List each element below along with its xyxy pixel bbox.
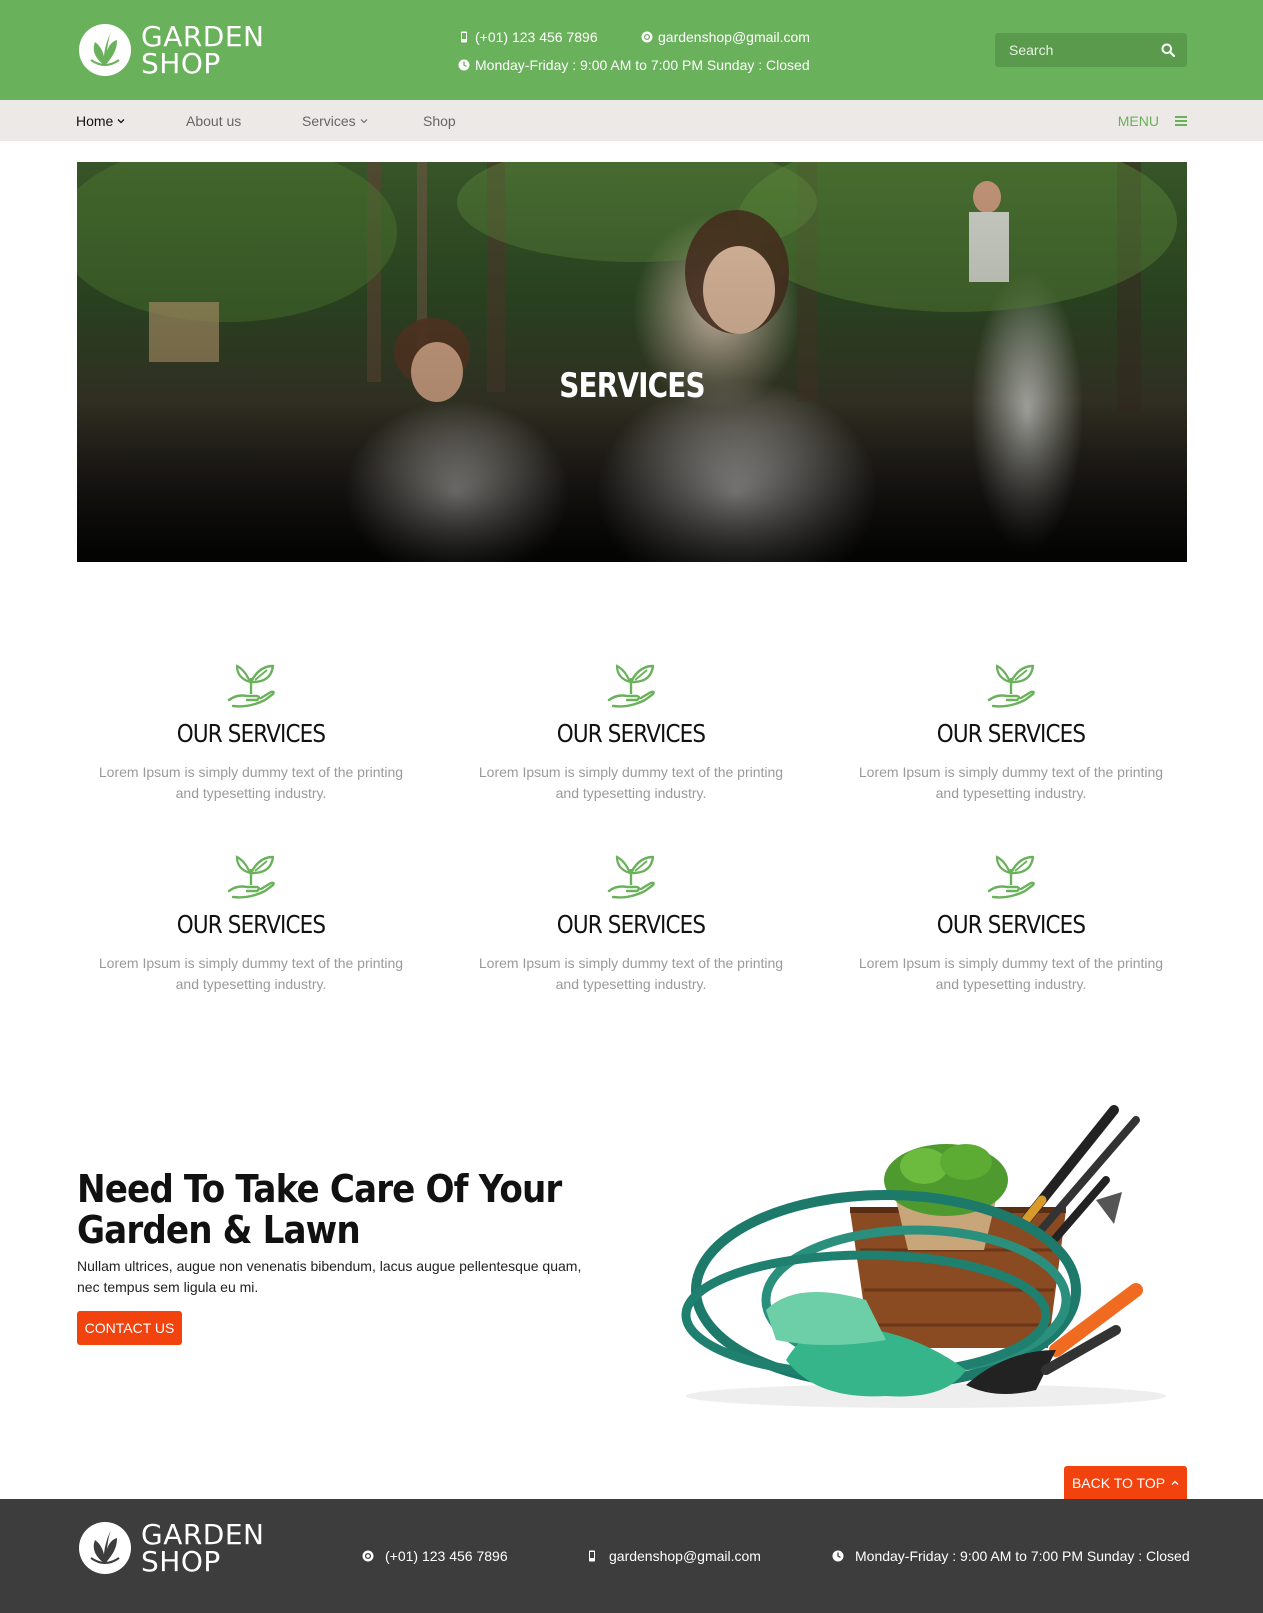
service-text: Lorem Ipsum is simply dummy text of the … [98, 955, 404, 992]
leaf-circle-icon [79, 24, 131, 76]
service-text: Lorem Ipsum is simply dummy text of the … [478, 955, 784, 992]
nav-item-label: About us [186, 113, 242, 129]
logo-line-1: GARDEN [141, 1518, 265, 1551]
hero-title: SERVICES [559, 366, 705, 406]
chevron-down-icon [117, 119, 125, 124]
service-card: OUR SERVICES Lorem Ipsum is simply dummy… [846, 851, 1176, 995]
nav-item-about[interactable]: About us [186, 113, 241, 129]
at-icon [641, 31, 653, 43]
hand-plant-icon [987, 855, 1035, 899]
service-title: OUR SERVICES [936, 910, 1086, 939]
leaf-circle-icon [79, 1522, 131, 1574]
menu-label: MENU [1117, 113, 1159, 129]
service-title: OUR SERVICES [176, 719, 326, 748]
site-footer: GARDEN SHOP (+01) 123 456 7896 gardensho… [0, 1499, 1263, 1613]
service-card: OUR SERVICES Lorem Ipsum is simply dummy… [846, 660, 1176, 804]
service-title: OUR SERVICES [556, 910, 706, 939]
nav-item-label: Services [302, 113, 356, 129]
hero-overlay [77, 162, 1187, 562]
nav-item-services[interactable]: Services [302, 113, 368, 129]
footer-phone[interactable]: (+01) 123 456 7896 [362, 1548, 508, 1564]
menu-toggle[interactable]: MENU [1118, 113, 1187, 129]
footer-hours-text: Monday-Friday : 9:00 AM to 7:00 PM Sunda… [855, 1548, 1190, 1564]
service-text: Lorem Ipsum is simply dummy text of the … [98, 764, 404, 801]
service-card: OUR SERVICES Lorem Ipsum is simply dummy… [86, 851, 416, 995]
garden-tools-image [681, 1105, 1166, 1408]
chevron-up-icon [1171, 1480, 1179, 1485]
site-logo[interactable]: GARDEN SHOP [77, 22, 265, 78]
at-icon [362, 1550, 374, 1562]
header-phone[interactable]: (+01) 123 456 7896 [458, 29, 598, 45]
cta-title: Need To Take Care Of Your Garden & Lawn [77, 1167, 562, 1252]
search-input[interactable] [995, 33, 1155, 67]
hamburger-icon [1175, 116, 1187, 126]
hand-plant-icon [227, 855, 275, 899]
clock-icon [458, 59, 470, 71]
service-title: OUR SERVICES [936, 719, 1086, 748]
nav-item-label: Shop [423, 113, 456, 129]
header-phone-text: (+01) 123 456 7896 [475, 29, 598, 45]
header-hours-text: Monday-Friday : 9:00 AM to 7:00 PM Sunda… [475, 57, 810, 73]
service-text: Lorem Ipsum is simply dummy text of the … [858, 955, 1164, 992]
nav-item-shop[interactable]: Shop [423, 113, 456, 129]
service-card: OUR SERVICES Lorem Ipsum is simply dummy… [466, 660, 796, 804]
search-box [995, 33, 1187, 67]
footer-hours: Monday-Friday : 9:00 AM to 7:00 PM Sunda… [832, 1548, 1190, 1564]
nav-item-label: Home [76, 113, 114, 129]
header-hours: Monday-Friday : 9:00 AM to 7:00 PM Sunda… [458, 57, 810, 73]
logo-text: GARDEN SHOP [141, 1518, 265, 1578]
nav-item-home[interactable]: Home [76, 113, 125, 129]
back-to-top-label: BACK TO TOP [1071, 1474, 1166, 1491]
contact-us-button[interactable]: CONTACT US [77, 1311, 182, 1345]
service-text: Lorem Ipsum is simply dummy text of the … [478, 764, 784, 801]
footer-logo[interactable]: GARDEN SHOP [77, 1520, 265, 1576]
back-to-top-button[interactable]: BACK TO TOP [1064, 1466, 1187, 1499]
service-title: OUR SERVICES [556, 719, 706, 748]
hand-plant-icon [607, 664, 655, 708]
footer-email-text: gardenshop@gmail.com [609, 1548, 761, 1564]
phone-icon [589, 1550, 595, 1562]
cta-text: Nullam ultrices, augue non venenatis bib… [77, 1258, 582, 1295]
top-header: GARDEN SHOP (+01) 123 456 7896 gardensho… [0, 0, 1263, 100]
logo-text: GARDEN SHOP [141, 20, 265, 80]
service-text: Lorem Ipsum is simply dummy text of the … [858, 764, 1164, 801]
chevron-down-icon [360, 119, 368, 124]
search-icon[interactable] [1161, 43, 1175, 57]
footer-phone-text: (+01) 123 456 7896 [385, 1548, 508, 1564]
service-card: OUR SERVICES Lorem Ipsum is simply dummy… [86, 660, 416, 804]
main-nav: Home About us Services Shop MENU [0, 100, 1263, 141]
header-email[interactable]: gardenshop@gmail.com [641, 29, 810, 45]
phone-icon [461, 31, 467, 43]
footer-email[interactable]: gardenshop@gmail.com [586, 1548, 761, 1564]
logo-line-1: GARDEN [141, 20, 265, 53]
service-title: OUR SERVICES [176, 910, 326, 939]
header-email-text: gardenshop@gmail.com [658, 29, 810, 45]
service-card: OUR SERVICES Lorem Ipsum is simply dummy… [466, 851, 796, 995]
hand-plant-icon [987, 664, 1035, 708]
clock-icon [832, 1550, 844, 1562]
hand-plant-icon [227, 664, 275, 708]
logo-line-2: SHOP [141, 1545, 221, 1578]
hero-banner: SERVICES [77, 162, 1187, 562]
logo-line-2: SHOP [141, 47, 221, 80]
hand-plant-icon [607, 855, 655, 899]
